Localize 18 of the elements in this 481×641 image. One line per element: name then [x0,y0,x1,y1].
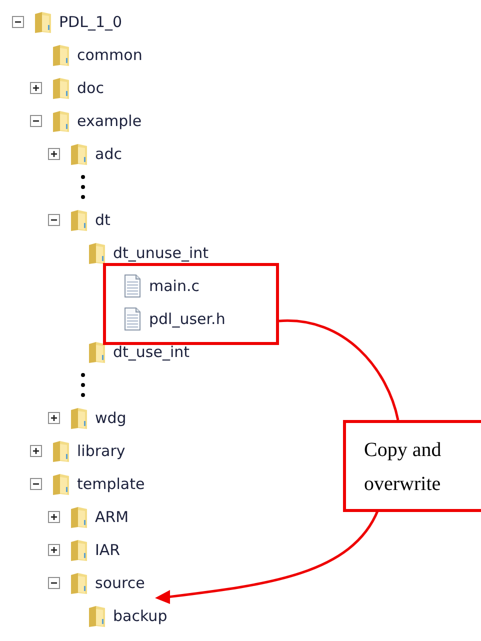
folder-name[interactable]: ARM [95,508,129,526]
folder-name[interactable]: dt_use_int [113,342,190,360]
folder-name[interactable]: IAR [95,540,120,558]
folder-name[interactable]: dt [95,210,110,228]
folder-name[interactable]: wdg [95,408,126,426]
folder-name[interactable]: common [77,46,142,64]
callout-text: Copy and overwrite [364,438,442,497]
file-name[interactable]: pdl_user.h [149,310,226,328]
folder-name[interactable]: source [95,574,145,592]
folder-name[interactable]: library [77,442,126,460]
folder-name[interactable]: template [77,474,145,492]
folder-name[interactable]: doc [77,78,104,96]
folder-name[interactable]: example [77,112,142,130]
folder-name[interactable]: dt_unuse_int [113,244,209,262]
file-name[interactable]: main.c [149,276,200,294]
folder-name[interactable]: PDL_1_0 [59,12,122,30]
folder-name[interactable]: backup [113,606,168,624]
folder-name[interactable]: adc [95,144,122,162]
